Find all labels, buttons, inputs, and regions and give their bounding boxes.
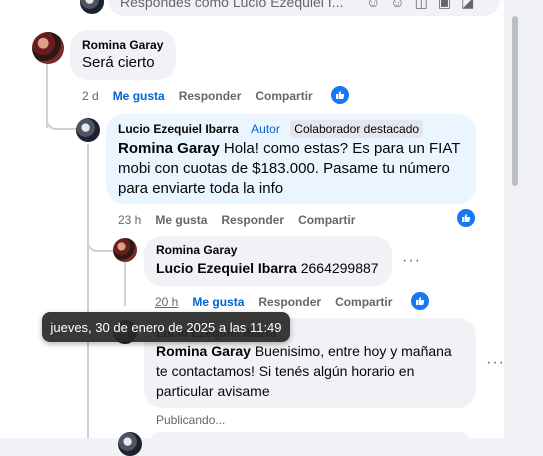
like-reaction-icon[interactable] [329, 84, 351, 106]
comment-text: Será cierto [82, 54, 155, 71]
reply-button[interactable]: Responder [258, 295, 321, 309]
composer-avatar [80, 0, 104, 14]
sticker-icon[interactable]: ◪ [461, 0, 474, 11]
contributor-badge: Colaborador destacado [290, 120, 424, 138]
comment-actions: 23 h Me gusta Responder Compartir [118, 213, 355, 227]
comment-text: Romina Garay Buenisimo, entre hoy y maña… [156, 341, 464, 401]
publishing-status: Publicando... [156, 413, 226, 427]
more-options-button[interactable]: ··· [486, 354, 505, 372]
comment-text-line: particular avisame [156, 383, 270, 399]
camera-icon[interactable]: ◫ [415, 0, 428, 11]
comment-bubble [150, 432, 470, 452]
reply-button[interactable]: Responder [179, 89, 242, 103]
comment-text: Romina Garay Hola! como estas? Es para u… [118, 139, 464, 199]
like-button[interactable]: Me gusta [155, 213, 207, 227]
like-reaction-icon[interactable] [409, 290, 431, 312]
mention-link[interactable]: Lucio Ezequiel Ibarra [156, 260, 297, 276]
mention-link[interactable]: Romina Garay [156, 343, 251, 359]
reply-button[interactable]: Responder [221, 213, 284, 227]
comment-author[interactable]: Lucio Ezequiel Ibarra [118, 122, 239, 136]
thread-line-3 [124, 262, 126, 306]
comment-text-line: Buenisimo, entre hoy y mañana [250, 343, 452, 359]
scrollbar-thumb[interactable] [512, 16, 518, 186]
avatar [118, 432, 142, 456]
avatar[interactable] [32, 32, 64, 64]
comment-time[interactable]: 2 d [82, 89, 99, 103]
comment-actions: 20 h Me gusta Responder Compartir [155, 295, 392, 309]
share-button[interactable]: Compartir [335, 295, 392, 309]
gif-icon[interactable]: ▣ [438, 0, 451, 11]
thread-line-2 [87, 144, 89, 438]
more-options-button[interactable]: ··· [402, 252, 421, 270]
avatar-sticker-icon[interactable]: ☺ [366, 0, 380, 11]
comment-author[interactable]: Romina Garay [82, 38, 164, 52]
comment-author[interactable]: Romina Garay [156, 243, 380, 257]
share-button[interactable]: Compartir [255, 89, 312, 103]
author-comment-bubble: Lucio Ezequiel Ibarra Autor Colaborador … [106, 114, 476, 204]
avatar[interactable] [113, 238, 137, 262]
comment-time[interactable]: 23 h [118, 213, 141, 227]
comment-text: Lucio Ezequiel Ibarra 2664299887 [156, 258, 380, 278]
comment-text-line: Hola! como estas? Es para un FIAT [219, 140, 461, 157]
share-button[interactable]: Compartir [298, 213, 355, 227]
like-reaction-icon[interactable] [455, 207, 477, 229]
comment-text-line: mobi con cuotas de $183.000. Pasame tu n… [118, 160, 450, 177]
comment-actions: 2 d Me gusta Responder Compartir [82, 89, 313, 103]
like-button[interactable]: Me gusta [113, 89, 165, 103]
emoji-icon[interactable]: ☺ [390, 0, 404, 11]
author-badge: Autor [251, 122, 280, 136]
mention-link[interactable]: Romina Garay [118, 140, 220, 157]
comments-panel: Respondes como Lucio Ezequiel I... ☺ ☺ ◫… [0, 0, 505, 456]
comment-time[interactable]: 20 h [155, 295, 178, 309]
thread-connector-2 [87, 228, 113, 252]
thread-connector-1 [46, 104, 76, 130]
comment-text-line: para enviarte toda la info [118, 180, 284, 197]
comment-bubble: Romina Garay Lucio Ezequiel Ibarra 26642… [144, 236, 392, 286]
timestamp-tooltip: jueves, 30 de enero de 2025 a las 11:49 [42, 312, 290, 342]
comment-bubble: Romina Garay Será cierto [70, 30, 176, 80]
reply-input[interactable]: Respondes como Lucio Ezequiel I... ☺ ☺ ◫… [108, 0, 500, 16]
composer-tools: ☺ ☺ ◫ ▣ ◪ [366, 0, 474, 11]
like-button[interactable]: Me gusta [192, 295, 244, 309]
avatar[interactable] [76, 118, 100, 142]
scrollbar[interactable] [510, 0, 520, 438]
comment-text-line: te contactamos! Si tenés algún horario e… [156, 363, 415, 379]
reply-placeholder: Respondes como Lucio Ezequiel I... [120, 0, 344, 10]
comment-text-line: 2664299887 [296, 260, 379, 276]
